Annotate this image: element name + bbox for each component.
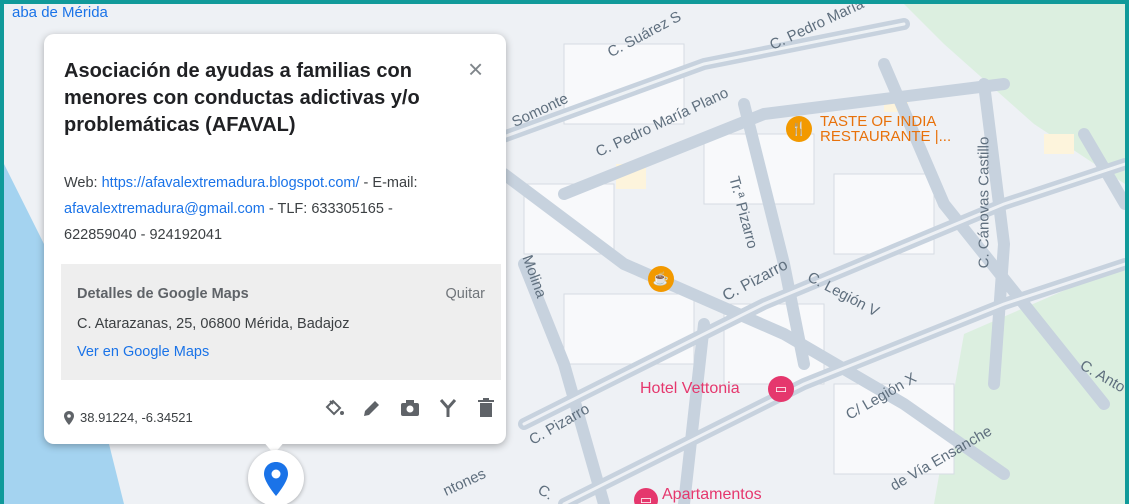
restaurant-marker[interactable]: 🍴 <box>786 116 812 142</box>
trash-icon[interactable] <box>474 396 498 420</box>
place-title: Asociación de ayudas a familias con meno… <box>64 60 420 136</box>
restaurant-label[interactable]: TASTE OF INDIA RESTAURANTE |... <box>820 114 970 144</box>
view-in-google-maps-link[interactable]: Ver en Google Maps <box>77 344 209 360</box>
map-frame: aba de Mérida C. Suárez S C. Pedro María… <box>0 0 1129 504</box>
remove-button[interactable]: Quitar <box>446 286 486 302</box>
web-label: Web: <box>64 175 102 191</box>
camera-icon[interactable] <box>398 396 422 420</box>
apartments-label[interactable]: Apartamentos <box>662 486 762 504</box>
street-label: aba de Mérida <box>12 4 108 21</box>
selected-place-marker[interactable] <box>248 450 304 504</box>
gmaps-details-title: Detalles de Google Maps <box>77 286 249 302</box>
email-link[interactable]: afavalextremadura@gmail.com <box>64 201 265 217</box>
location-pin-icon <box>64 410 74 425</box>
paint-bucket-icon[interactable] <box>322 396 346 420</box>
address-text: C. Atarazanas, 25, 06800 Mérida, Badajoz <box>77 316 350 332</box>
hotel-marker[interactable]: ▭ <box>768 376 794 402</box>
route-icon[interactable] <box>436 396 460 420</box>
cafe-marker[interactable]: ☕ <box>648 266 674 292</box>
close-icon[interactable]: × <box>468 54 483 85</box>
email-label: - E-mail: <box>359 175 418 191</box>
coordinates: 38.91224, -6.34521 <box>64 410 193 425</box>
feature-toolbar <box>322 396 498 420</box>
google-maps-details: Detalles de Google Maps Quitar C. Ataraz… <box>61 264 501 380</box>
hotel-label[interactable]: Hotel Vettonia <box>640 380 740 398</box>
street-label: C. Cánovas Castillo <box>975 136 993 269</box>
website-link[interactable]: https://afavalextremadura.blogspot.com/ <box>102 175 360 191</box>
coffee-icon: ☕ <box>652 271 670 286</box>
pencil-icon[interactable] <box>360 396 384 420</box>
bed-icon: ▭ <box>639 492 653 504</box>
coordinates-text: 38.91224, -6.34521 <box>80 410 193 425</box>
place-description: Web: https://afavalextremadura.blogspot.… <box>64 170 464 248</box>
bed-icon: ▭ <box>774 381 788 396</box>
fork-knife-icon: 🍴 <box>790 121 808 136</box>
place-info-card: Asociación de ayudas a familias con meno… <box>44 34 506 444</box>
location-pin-icon <box>264 462 288 496</box>
